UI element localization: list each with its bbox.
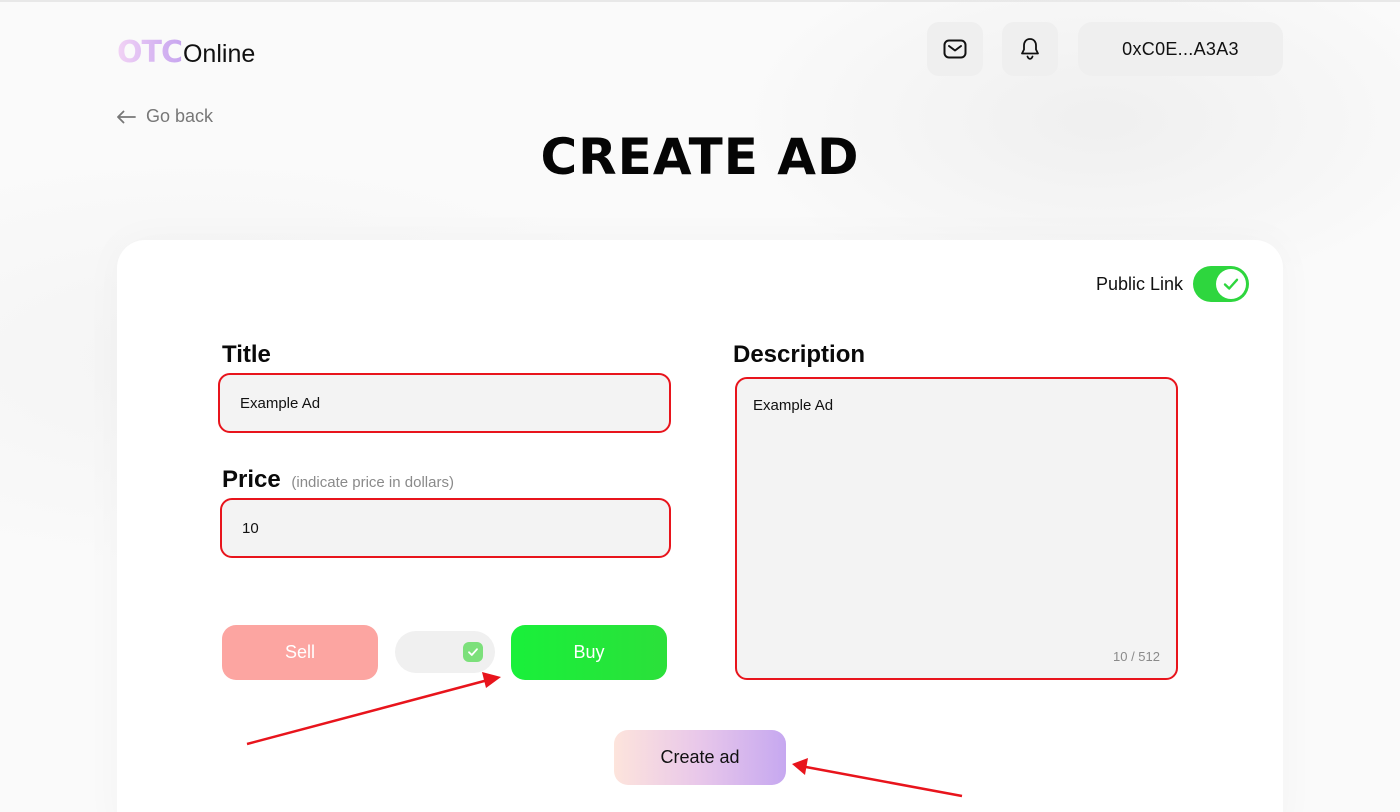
switch-knob xyxy=(463,642,483,662)
public-link-label: Public Link xyxy=(1096,273,1184,294)
title-label: Title xyxy=(222,341,271,368)
buy-button[interactable]: Buy xyxy=(511,625,667,680)
description-textarea[interactable]: Example Ad 10 / 512 xyxy=(735,377,1178,680)
go-back-label: Go back xyxy=(146,106,214,126)
price-label: Price xyxy=(222,466,281,493)
description-label: Description xyxy=(733,341,866,368)
sell-label: Sell xyxy=(284,642,315,662)
create-ad-button[interactable]: Create ad xyxy=(614,730,786,785)
toggle-knob xyxy=(1216,269,1247,299)
logo-otc: OTC xyxy=(117,35,183,70)
logo-online: Online xyxy=(182,40,256,68)
wallet-address-button[interactable]: 0xC0E...A3A3 xyxy=(1078,22,1283,76)
price-value: 10 xyxy=(242,519,259,537)
create-ad-label: Create ad xyxy=(660,747,740,767)
description-value: Example Ad xyxy=(753,397,834,414)
messages-button[interactable] xyxy=(927,22,983,76)
page-title: CREATE AD xyxy=(540,128,860,186)
public-link-toggle-group: Public Link xyxy=(1096,266,1250,302)
public-link-toggle[interactable] xyxy=(1193,266,1250,302)
mail-icon xyxy=(943,39,967,59)
buy-sell-switch[interactable] xyxy=(395,631,495,673)
check-icon xyxy=(468,648,478,656)
title-input[interactable]: Example Ad xyxy=(218,373,671,433)
buy-label: Buy xyxy=(573,642,605,662)
notifications-button[interactable] xyxy=(1002,22,1058,76)
go-back-link[interactable]: Go back xyxy=(116,106,213,127)
price-input[interactable]: 10 xyxy=(220,498,671,558)
description-counter: 10 / 512 xyxy=(1113,649,1160,664)
sell-button[interactable]: Sell xyxy=(222,625,378,680)
title-value: Example Ad xyxy=(240,394,321,412)
wallet-address: 0xC0E...A3A3 xyxy=(1122,38,1239,59)
price-hint: (indicate price in dollars) xyxy=(291,474,454,491)
price-label-group: Price (indicate price in dollars) xyxy=(222,466,454,494)
logo[interactable]: OTC Online xyxy=(117,32,255,68)
bell-icon xyxy=(1021,38,1039,60)
check-icon xyxy=(1223,278,1239,290)
arrow-left-icon xyxy=(117,110,136,123)
